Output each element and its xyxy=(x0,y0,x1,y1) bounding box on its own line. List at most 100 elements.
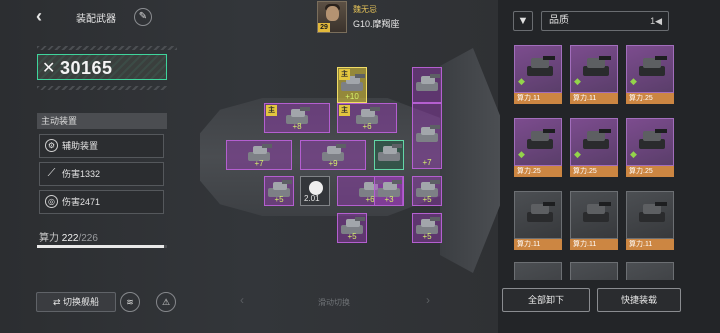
ship-name: G10.摩羯座 xyxy=(353,19,400,29)
weapon-slot[interactable]: +3 xyxy=(374,176,404,206)
rank-icon: ◆ xyxy=(574,149,581,159)
assembly-points: 算力 222/226 xyxy=(39,229,98,244)
filter-icon[interactable]: ▼ xyxy=(513,11,533,31)
quality-sort-select[interactable]: 品质 1◀ xyxy=(541,11,669,31)
stat-label: 伤害2471 xyxy=(62,197,101,207)
inventory-card-partial[interactable] xyxy=(514,262,562,280)
stat-label: 伤害1332 xyxy=(62,169,101,179)
rank-icon: ◆ xyxy=(574,76,581,86)
ap-current: 222 xyxy=(61,233,79,244)
unload-all-button[interactable]: 全部卸下 xyxy=(502,288,590,312)
weapon-slot[interactable] xyxy=(412,67,442,103)
card-image: ◆ xyxy=(570,45,618,93)
target-icon: ◎ xyxy=(45,195,58,208)
card-cost-label: 算力.11 xyxy=(570,93,618,104)
weapon-slot[interactable]: 主 +6 xyxy=(337,103,397,133)
weapon-module-icon xyxy=(416,74,440,94)
main-badge: 主 xyxy=(339,105,350,116)
weapon-icon xyxy=(639,202,667,224)
main-badge: 主 xyxy=(266,105,277,116)
weapon-icon xyxy=(639,129,667,151)
decor-stripe xyxy=(37,86,167,90)
pilot-avatar[interactable]: 29 xyxy=(317,1,347,33)
inventory-card[interactable]: 算力.11 xyxy=(570,191,618,251)
inventory-card[interactable]: 算力.11 xyxy=(514,191,562,251)
weapon-slot[interactable]: +5 xyxy=(412,176,442,206)
inventory-card-partial[interactable] xyxy=(626,262,674,280)
sort-toggle-icon[interactable]: 1◀ xyxy=(650,12,662,30)
weapon-slot[interactable]: 主 +8 xyxy=(264,103,330,133)
decor-stripe xyxy=(37,46,177,50)
weapon-slot[interactable]: +9 xyxy=(300,140,366,170)
card-cost-label: 算力.25 xyxy=(514,166,562,177)
rank-icon: ◆ xyxy=(630,149,637,159)
slot-bonus: +5 xyxy=(274,195,284,204)
weapon-slot[interactable]: +7 xyxy=(226,140,292,170)
stat-damage-2[interactable]: ◎ 伤害2471 xyxy=(39,190,164,214)
edit-icon[interactable]: ✎ xyxy=(134,8,152,26)
pilot-face xyxy=(326,6,339,21)
weapon-slot[interactable]: 主 +10 xyxy=(337,67,367,103)
weapon-icon xyxy=(527,56,555,78)
slot-bonus: +5 xyxy=(422,232,432,241)
stat-label: 辅助装置 xyxy=(62,141,99,151)
switch-ship-button[interactable]: ⇄ 切换舰船 xyxy=(36,292,116,312)
inventory-card[interactable]: ◆ 算力.25 xyxy=(626,45,674,105)
inventory-card[interactable]: 算力.11 xyxy=(626,191,674,251)
ap-label: 算力 xyxy=(39,233,59,244)
stat-auxiliary[interactable]: ⚙ 辅助装置 xyxy=(39,134,164,158)
weapon-slot[interactable]: +5 xyxy=(412,213,442,243)
power-box: ✕ 30165 xyxy=(37,54,167,80)
weapon-module-icon xyxy=(378,144,402,164)
alert-icon[interactable]: ⚠ xyxy=(156,292,176,312)
inventory-card[interactable]: ◆ 算力.25 xyxy=(570,118,618,178)
card-image: ◆ xyxy=(626,45,674,93)
card-image: ◆ xyxy=(514,118,562,166)
weapon-slot[interactable]: +5 xyxy=(264,176,294,206)
card-cost-label: 算力.11 xyxy=(626,239,674,250)
chevron-right-icon[interactable]: › xyxy=(426,293,430,307)
slot-bonus: +8 xyxy=(292,122,302,131)
card-image xyxy=(626,191,674,239)
card-image xyxy=(570,191,618,239)
card-image: ◆ xyxy=(514,45,562,93)
chevron-left-icon[interactable]: ‹ xyxy=(240,293,244,307)
slash-icon: ⟋ xyxy=(47,167,56,179)
weapon-slot[interactable] xyxy=(374,140,404,170)
weapon-slot[interactable]: 2.01 xyxy=(300,176,330,206)
weapon-slot[interactable]: +5 xyxy=(337,213,367,243)
weapon-icon xyxy=(583,56,611,78)
weapon-slot[interactable]: +7 xyxy=(412,103,442,169)
gear-icon: ⚙ xyxy=(45,139,58,152)
rank-icon: ◆ xyxy=(518,149,525,159)
inventory-card-partial[interactable] xyxy=(570,262,618,280)
weapon-icon xyxy=(639,56,667,78)
weapon-icon xyxy=(527,202,555,224)
slot-level: 2.01 xyxy=(304,194,320,203)
slot-bonus: +3 xyxy=(384,195,394,204)
slot-bonus: +10 xyxy=(345,92,359,101)
inventory-card[interactable]: ◆ 算力.25 xyxy=(626,118,674,178)
card-cost-label: 算力.11 xyxy=(514,239,562,250)
card-cost-label: 算力.25 xyxy=(626,93,674,104)
back-arrow-icon[interactable]: ‹ xyxy=(36,6,56,26)
slot-bonus: +9 xyxy=(328,159,338,168)
quick-equip-button[interactable]: 快捷装载 xyxy=(597,288,681,312)
inventory-card[interactable]: ◆ 算力.25 xyxy=(514,118,562,178)
ap-total: /226 xyxy=(78,233,98,244)
card-cost-label: 算力.25 xyxy=(626,166,674,177)
stat-damage-1[interactable]: ⟋ 伤害1332 xyxy=(39,162,164,186)
slot-bonus: +5 xyxy=(347,232,357,241)
slot-bonus: +5 xyxy=(422,195,432,204)
fleet-icon[interactable]: ≋ xyxy=(120,292,140,312)
quality-label: 品质 xyxy=(549,15,569,26)
slot-bonus: +7 xyxy=(422,158,432,167)
card-cost-label: 算力.11 xyxy=(514,93,562,104)
weapon-module-icon xyxy=(416,125,440,145)
slot-bonus: +7 xyxy=(254,159,264,168)
inventory-card[interactable]: ◆ 算力.11 xyxy=(514,45,562,105)
page-title: 装配武器 xyxy=(76,14,116,25)
rank-icon: ◆ xyxy=(518,76,525,86)
weapon-icon xyxy=(527,129,555,151)
inventory-card[interactable]: ◆ 算力.11 xyxy=(570,45,618,105)
